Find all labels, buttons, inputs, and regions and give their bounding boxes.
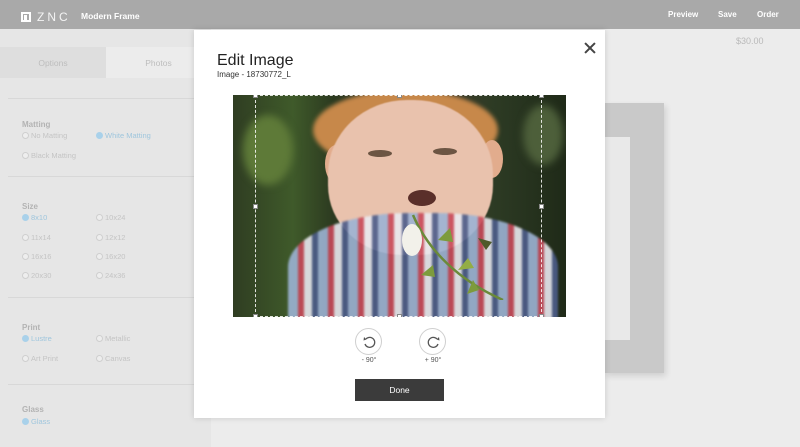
crop-handle[interactable] [397, 314, 402, 317]
radio-icon [22, 132, 29, 139]
option-label: White Matting [105, 131, 151, 140]
rotate-right-label: + 90° [424, 357, 442, 364]
print-title: Print [22, 323, 41, 332]
edit-image-modal: Edit Image Image - 18730772_L - 90° + 90… [194, 30, 605, 418]
radio-icon [22, 253, 29, 260]
matting-option-none[interactable]: No Matting [22, 131, 67, 140]
matting-option-white[interactable]: White Matting [96, 131, 151, 140]
divider [8, 176, 198, 177]
radio-icon [96, 355, 103, 362]
divider [8, 384, 198, 385]
option-label: 16x20 [105, 252, 126, 261]
print-option-metallic[interactable]: Metallic [96, 334, 130, 343]
preview-link[interactable]: Preview [668, 10, 698, 19]
option-label: Glass [31, 417, 51, 426]
option-label: 12x12 [105, 233, 126, 242]
size-option-24x36[interactable]: 24x36 [96, 271, 125, 280]
radio-icon [96, 272, 103, 279]
option-label: 24x36 [105, 271, 126, 280]
rotate-right-button[interactable] [419, 328, 446, 355]
option-label: 8x10 [31, 213, 48, 222]
image-preview[interactable] [233, 95, 566, 317]
rotate-left-button[interactable] [355, 328, 382, 355]
close-icon[interactable] [583, 41, 597, 55]
size-option-8x10[interactable]: 8x10 [22, 213, 47, 222]
radio-icon [96, 234, 103, 241]
crop-area[interactable] [253, 95, 544, 317]
rotate-left-icon [363, 336, 376, 348]
options-panel: Options Photos Matting No Matting White … [0, 29, 211, 447]
crop-handle[interactable] [253, 314, 258, 317]
matting-title: Matting [22, 120, 51, 129]
logo[interactable]: ZNC [21, 10, 71, 24]
order-link[interactable]: Order [757, 10, 779, 19]
logo-text: ZNC [37, 10, 71, 24]
save-link[interactable]: Save [718, 10, 737, 19]
frame-mat [604, 137, 630, 340]
price: $30.00 [736, 36, 764, 46]
radio-icon [96, 253, 103, 260]
rotate-left-label: - 90° [361, 357, 377, 364]
divider [8, 297, 198, 298]
option-label: 11x14 [31, 233, 51, 242]
radio-selected-icon [22, 418, 29, 425]
print-option-canvas[interactable]: Canvas [96, 354, 130, 363]
rotate-right-icon [427, 336, 440, 348]
crop-handle[interactable] [539, 204, 544, 209]
option-label: Metallic [105, 334, 131, 343]
option-label: Canvas [105, 354, 131, 363]
option-label: 20x30 [31, 271, 52, 280]
size-option-10x24[interactable]: 10x24 [96, 213, 125, 222]
top-bar: ZNC Modern Frame Preview Save Order [0, 0, 800, 29]
divider [8, 98, 198, 99]
radio-icon [22, 272, 29, 279]
done-button[interactable]: Done [355, 379, 444, 401]
size-option-16x16[interactable]: 16x16 [22, 252, 51, 261]
crop-handle[interactable] [253, 204, 258, 209]
print-option-lustre[interactable]: Lustre [22, 334, 52, 343]
crop-handle[interactable] [539, 95, 544, 98]
option-label: Art Print [31, 354, 59, 363]
radio-selected-icon [96, 132, 103, 139]
image-filename: Image - 18730772_L [217, 70, 291, 79]
logo-icon [21, 12, 31, 22]
glass-title: Glass [22, 405, 44, 414]
option-label: 16x16 [31, 252, 52, 261]
size-title: Size [22, 202, 39, 211]
size-option-11x14[interactable]: 11x14 [22, 233, 51, 242]
glass-option-glass[interactable]: Glass [22, 417, 50, 426]
radio-icon [22, 355, 29, 362]
option-label: No Matting [31, 131, 68, 140]
size-option-16x20[interactable]: 16x20 [96, 252, 125, 261]
radio-icon [22, 234, 29, 241]
size-option-20x30[interactable]: 20x30 [22, 271, 51, 280]
product-title: Modern Frame [81, 11, 140, 21]
option-label: Lustre [31, 334, 52, 343]
radio-icon [96, 335, 103, 342]
crop-handle[interactable] [539, 314, 544, 317]
radio-selected-icon [22, 214, 29, 221]
radio-icon [96, 214, 103, 221]
size-option-12x12[interactable]: 12x12 [96, 233, 125, 242]
matting-option-black[interactable]: Black Matting [22, 151, 76, 160]
crop-handle[interactable] [253, 95, 258, 98]
crop-handle[interactable] [397, 95, 402, 98]
option-label: Black Matting [31, 151, 77, 160]
radio-selected-icon [22, 335, 29, 342]
option-label: 10x24 [105, 213, 126, 222]
modal-title: Edit Image [217, 52, 294, 69]
tab-options[interactable]: Options [0, 47, 106, 78]
panel-tabs: Options Photos [0, 47, 211, 78]
radio-icon [22, 152, 29, 159]
print-option-art-print[interactable]: Art Print [22, 354, 58, 363]
